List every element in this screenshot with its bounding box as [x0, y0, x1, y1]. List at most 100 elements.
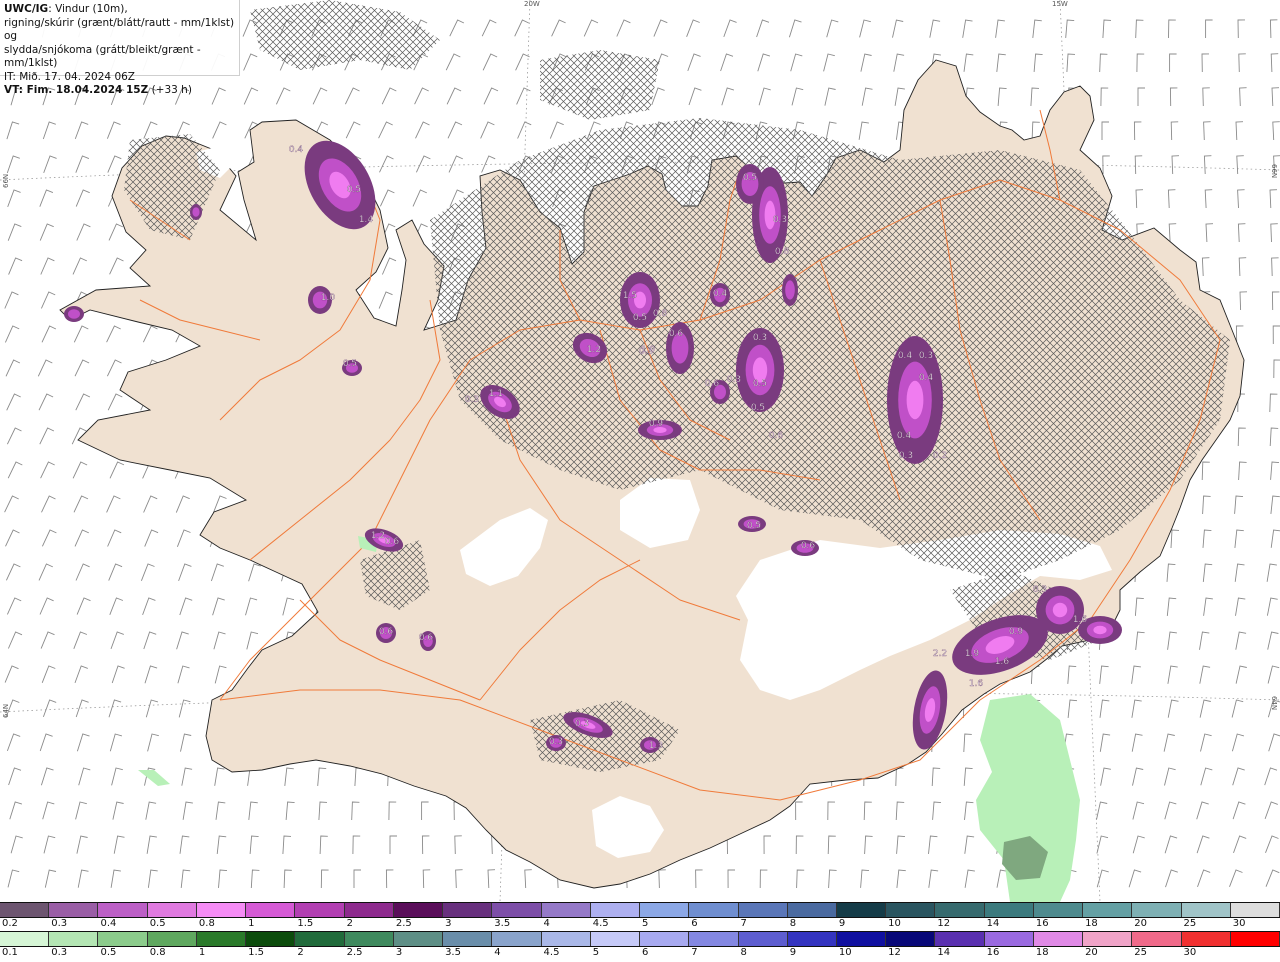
legend-swatch [541, 932, 591, 946]
legend-label: 4 [494, 947, 501, 958]
legend-swatch [640, 932, 690, 946]
legend-swatch [443, 932, 493, 946]
legend-swatch [984, 903, 1034, 917]
legend-swatch [836, 932, 887, 946]
precip-value-label: 0.3 [639, 347, 653, 357]
legend-swatch [147, 903, 197, 917]
legend-swatch [246, 903, 296, 917]
legend-label: 20 [1085, 947, 1098, 958]
precip-value-label: 0.5 [343, 359, 357, 369]
legend-label: 16 [1035, 918, 1049, 929]
legend-swatch [738, 932, 788, 946]
legend-swatch [1083, 932, 1133, 946]
legend-label: 1.5 [248, 947, 265, 958]
legend-label: 16 [986, 947, 1000, 958]
legend-swatch [147, 932, 197, 946]
precip-value-label: 0.4 [898, 351, 913, 361]
legend-label: 10 [838, 947, 852, 958]
legend-label: 0.5 [100, 947, 117, 958]
legend-swatch [541, 903, 591, 917]
legend-label: 9 [789, 947, 797, 958]
precip-value-label: 0.4 [919, 373, 934, 383]
precip-value-label: 2.2 [933, 649, 947, 659]
legend-label: 0.2 [2, 918, 18, 929]
legend-swatch [1230, 903, 1280, 917]
legend-swatch [196, 932, 247, 946]
info-line-2: rigning/skúrir (grænt/blátt/rautt - mm/1… [4, 16, 235, 43]
legend-snow: 0.2 0.3 0.4 0.5 0.8 1 1.5 2 2.5 3 3.5 4 4.5 5 6 7 8 9 10 12… [0, 902, 1280, 931]
precip-value-label: 1.0 [321, 293, 336, 303]
legend-swatch [393, 932, 444, 946]
legend-swatch [1181, 932, 1231, 946]
lon-label-15w: 15W [1052, 0, 1068, 8]
legend-label: 9 [838, 918, 846, 929]
legend-label: 10 [888, 918, 901, 929]
precip-value-label: 0.6 [705, 379, 720, 389]
legend-label: 25 [1183, 918, 1197, 929]
legend-label: 4.5 [543, 947, 560, 958]
precip-value-label: 0.3 [899, 451, 913, 461]
lat-label-66n-left: 66N [2, 173, 10, 188]
lat-label-64n-right: 64N [1270, 696, 1278, 711]
precip-value-label: 1.3 [649, 741, 663, 751]
legend-label: 0.8 [149, 947, 166, 958]
legend-label: 2 [297, 947, 304, 958]
precip-value-label: 1.2 [587, 345, 601, 355]
legend-label: 18 [1085, 918, 1098, 929]
info-line-3: slydda/snjókoma (grátt/bleikt/grænt - mm… [4, 43, 201, 70]
legend-rain-swatches [0, 931, 1280, 947]
legend-swatch [492, 903, 542, 917]
legend-label: 18 [1035, 947, 1049, 958]
precip-value-label: 1.4 [359, 215, 374, 225]
legend-label: 3.5 [445, 947, 461, 958]
legend-label: 0.4 [100, 918, 117, 929]
snow-cell-core [192, 207, 200, 217]
legend-label: 1.5 [297, 918, 314, 929]
model-name: UWC/IG [4, 3, 49, 15]
legend-label: 0.3 [51, 947, 68, 958]
precip-value-label: 0.3 [1033, 585, 1047, 595]
legend-label: 8 [789, 918, 797, 929]
legend-swatch [935, 932, 985, 946]
legend-rain: 0.1 0.3 0.5 0.8 1 1.5 2 2.5 3 3.5 4 4.5 5 6 7 8 9 10 12 14 1… [0, 931, 1280, 960]
lat-label-66n-right: 66N [1270, 164, 1278, 179]
legend-label: 5 [642, 918, 649, 929]
legend-swatch [492, 932, 542, 946]
legend-swatch [246, 932, 296, 946]
lat-label-64n-left: 64N [2, 703, 10, 718]
precip-value-label: 0.3 [575, 719, 589, 729]
precip-value-label: 0.5 [747, 521, 761, 531]
legend-label: 0.1 [2, 947, 18, 958]
legend-label: 3.5 [494, 918, 511, 929]
precip-value-label: 1.6 [1073, 615, 1088, 625]
map-info-box: UWC/IG: Vindur (10m), rigning/skúrir (gr… [0, 0, 240, 96]
precip-value-label: 0.3 [549, 737, 563, 747]
legend-swatch [49, 932, 99, 946]
precip-value-label: 0.9 [649, 419, 664, 429]
legend-swatch [443, 903, 493, 917]
precip-value-label: 0.2 [933, 451, 947, 461]
precip-value-label: 0.6 [419, 633, 434, 643]
legend-swatch [1083, 903, 1133, 917]
legend-swatch [886, 903, 936, 917]
forecast-hour: (+33 h) [148, 84, 192, 96]
legend-swatch [344, 932, 394, 946]
legend-label: 0.5 [149, 918, 166, 929]
legend-snow-swatches [0, 902, 1280, 918]
precip-value-label: 0.6 [769, 431, 784, 441]
precip-value-label: 1.6 [969, 679, 984, 689]
legend-swatch [689, 903, 739, 917]
legend-swatch [590, 903, 641, 917]
legend-swatch [344, 903, 394, 917]
legend-swatch [1181, 903, 1231, 917]
legend-label: 8 [740, 947, 747, 958]
legend-swatch [984, 932, 1034, 946]
legend-swatch [0, 903, 50, 917]
legend-label: 6 [691, 918, 698, 929]
legend-swatch [1033, 903, 1084, 917]
precip-value-label: 1.1 [489, 389, 503, 399]
legend-label: 2.5 [395, 918, 412, 929]
snow-cell-peak [1093, 625, 1107, 635]
precip-value-label: 0.5 [751, 403, 765, 413]
legend-label: 7 [691, 947, 698, 958]
